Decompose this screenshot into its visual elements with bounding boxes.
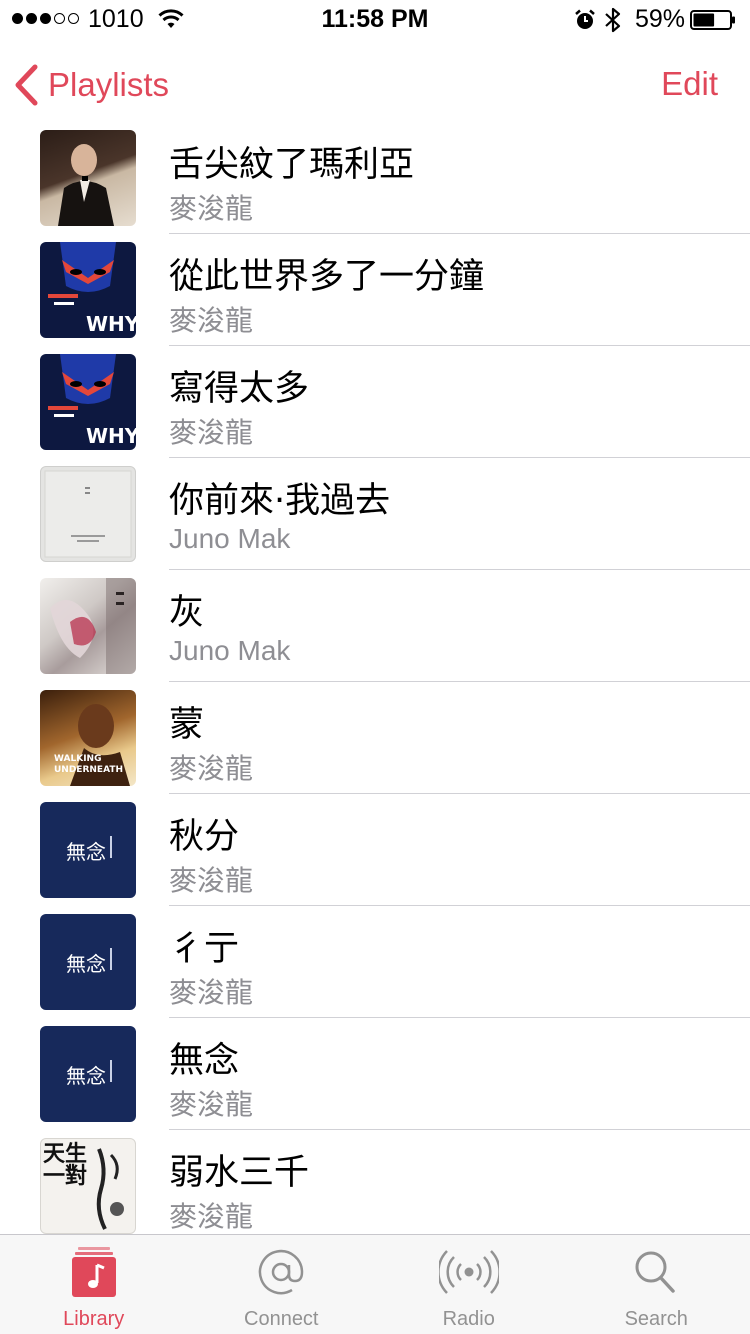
search-icon — [635, 1251, 675, 1293]
back-button-label: Playlists — [48, 66, 170, 103]
bluetooth-icon — [605, 7, 621, 33]
album-artwork: 無念 — [40, 1026, 136, 1122]
song-title: 你前來·我過去 — [169, 481, 391, 521]
tab-bar: Library Connect Radio Search — [0, 1234, 750, 1334]
song-title: 蒙 — [169, 705, 205, 745]
song-artist: 麥浚龍 — [169, 305, 254, 336]
tab-connect[interactable]: Connect — [188, 1235, 376, 1334]
alarm-clock-icon — [575, 9, 595, 29]
edit-button[interactable]: Edit — [661, 65, 718, 103]
song-artist: 麥浚龍 — [169, 977, 254, 1008]
album-artwork-text: UNDERNEATH — [54, 765, 124, 775]
song-artist: 麥浚龍 — [169, 865, 254, 896]
album-artwork-text: WHY — [86, 312, 136, 336]
song-row[interactable]: 無念 無念 麥浚龍 — [0, 1018, 750, 1130]
back-button[interactable]: Playlists — [14, 62, 169, 108]
song-artist: 麥浚龍 — [169, 1201, 254, 1232]
song-row[interactable]: 無念 秋分 麥浚龍 — [0, 794, 750, 906]
song-title: 彳亍 — [169, 929, 240, 969]
broadcast-icon — [438, 1250, 499, 1294]
song-title: 弱水三千 — [169, 1153, 310, 1193]
album-artwork: WALKING UNDERNEATH — [40, 690, 136, 786]
song-row[interactable]: WHY 從此世界多了一分鐘 麥浚龍 — [0, 234, 750, 346]
song-row[interactable]: 灰 Juno Mak — [0, 570, 750, 682]
album-artwork: WHY — [40, 354, 136, 450]
song-artist: Juno Mak — [169, 635, 291, 666]
music-note-icon — [71, 1247, 116, 1297]
song-title: 寫得太多 — [169, 369, 310, 409]
song-list: 舌尖紋了瑪利亞 麥浚龍 WHY 從此世界多了一分鐘 麥浚龍 WHY 寫得太多 麥… — [0, 122, 750, 1234]
song-row[interactable]: WHY 寫得太多 麥浚龍 — [0, 346, 750, 458]
at-sign-icon — [259, 1249, 304, 1295]
album-artwork: 無念 — [40, 914, 136, 1010]
song-row[interactable]: WALKING UNDERNEATH 蒙 麥浚龍 — [0, 682, 750, 794]
song-title: 從此世界多了一分鐘 — [169, 257, 485, 297]
album-artwork-text: WALKING — [54, 754, 102, 764]
song-row[interactable]: 舌尖紋了瑪利亞 麥浚龍 — [0, 122, 750, 234]
album-artwork — [40, 578, 136, 674]
song-artist: 麥浚龍 — [169, 753, 254, 784]
song-row[interactable]: 無念 彳亍 麥浚龍 — [0, 906, 750, 1018]
tab-label: Radio — [442, 1308, 495, 1330]
tab-search[interactable]: Search — [563, 1235, 750, 1334]
tab-label: Search — [624, 1308, 688, 1330]
song-artist: 麥浚龍 — [169, 1089, 254, 1120]
song-row[interactable]: 天生一對 弱水三千 麥浚龍 — [0, 1130, 750, 1234]
song-artist: 麥浚龍 — [169, 193, 254, 224]
chevron-left-icon — [15, 64, 38, 106]
album-artwork: 天生一對 — [40, 1138, 136, 1234]
tab-label: Library — [63, 1308, 125, 1330]
tab-library[interactable]: Library — [0, 1235, 188, 1334]
battery-icon — [690, 10, 735, 30]
battery-percentage: 59% — [635, 5, 686, 33]
tab-label: Connect — [244, 1308, 319, 1330]
song-title: 秋分 — [169, 817, 240, 857]
song-title: 舌尖紋了瑪利亞 — [169, 145, 415, 185]
status-bar: 1010 11:58 PM 59% — [0, 0, 750, 40]
album-artwork — [40, 130, 136, 226]
song-artist: 麥浚龍 — [169, 417, 254, 448]
song-row[interactable]: 你前來·我過去 Juno Mak — [0, 458, 750, 570]
tab-radio[interactable]: Radio — [375, 1235, 563, 1334]
album-artwork: WHY — [40, 242, 136, 338]
album-artwork — [40, 466, 136, 562]
song-title: 無念 — [169, 1041, 240, 1081]
navigation-bar: Playlists Edit — [0, 40, 750, 128]
album-artwork: 無念 — [40, 802, 136, 898]
album-artwork-text: WHY — [86, 424, 136, 448]
song-title: 灰 — [169, 593, 205, 633]
song-artist: Juno Mak — [169, 523, 291, 554]
